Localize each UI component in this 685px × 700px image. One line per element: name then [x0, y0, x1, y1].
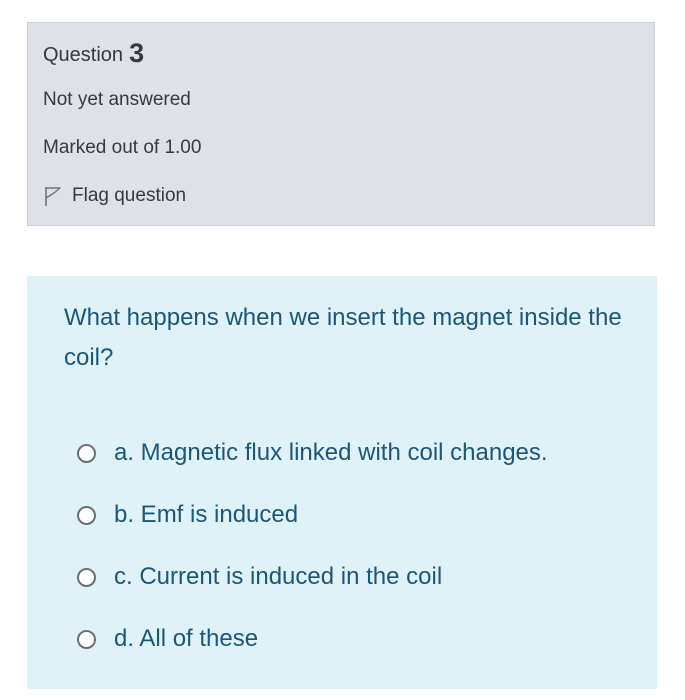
question-grade: Marked out of 1.00 [43, 137, 202, 158]
answer-label-a: a. Magnetic flux linked with coil change… [114, 439, 548, 466]
question-info-panel: Question 3 Not yet answered Marked out of… [27, 22, 655, 226]
question-number-heading: Question 3 [43, 37, 144, 68]
flag-question-link[interactable]: Flag question [43, 185, 186, 207]
answer-option-b[interactable]: b. Emf is induced [77, 484, 548, 546]
question-number: 3 [129, 38, 145, 68]
flag-outline-icon [45, 187, 61, 206]
flag-question-label: Flag question [72, 185, 187, 206]
answer-option-d[interactable]: d. All of these [77, 608, 548, 670]
radio-button-d[interactable] [77, 629, 96, 649]
radio-button-a[interactable] [77, 443, 96, 463]
answer-state: Not yet answered [43, 89, 191, 110]
answer-label-d: d. All of these [114, 625, 259, 652]
answer-option-a[interactable]: a. Magnetic flux linked with coil change… [77, 422, 548, 484]
answer-options: a. Magnetic flux linked with coil change… [77, 422, 548, 670]
answer-option-c[interactable]: c. Current is induced in the coil [77, 546, 548, 608]
answer-label-c: c. Current is induced in the coil [114, 563, 443, 590]
question-content-panel: What happens when we insert the magnet i… [27, 276, 657, 689]
question-label: Question [43, 44, 124, 66]
answer-label-b: b. Emf is induced [114, 501, 299, 528]
question-text: What happens when we insert the magnet i… [64, 304, 622, 371]
radio-button-c[interactable] [77, 567, 96, 587]
radio-button-b[interactable] [77, 505, 96, 525]
